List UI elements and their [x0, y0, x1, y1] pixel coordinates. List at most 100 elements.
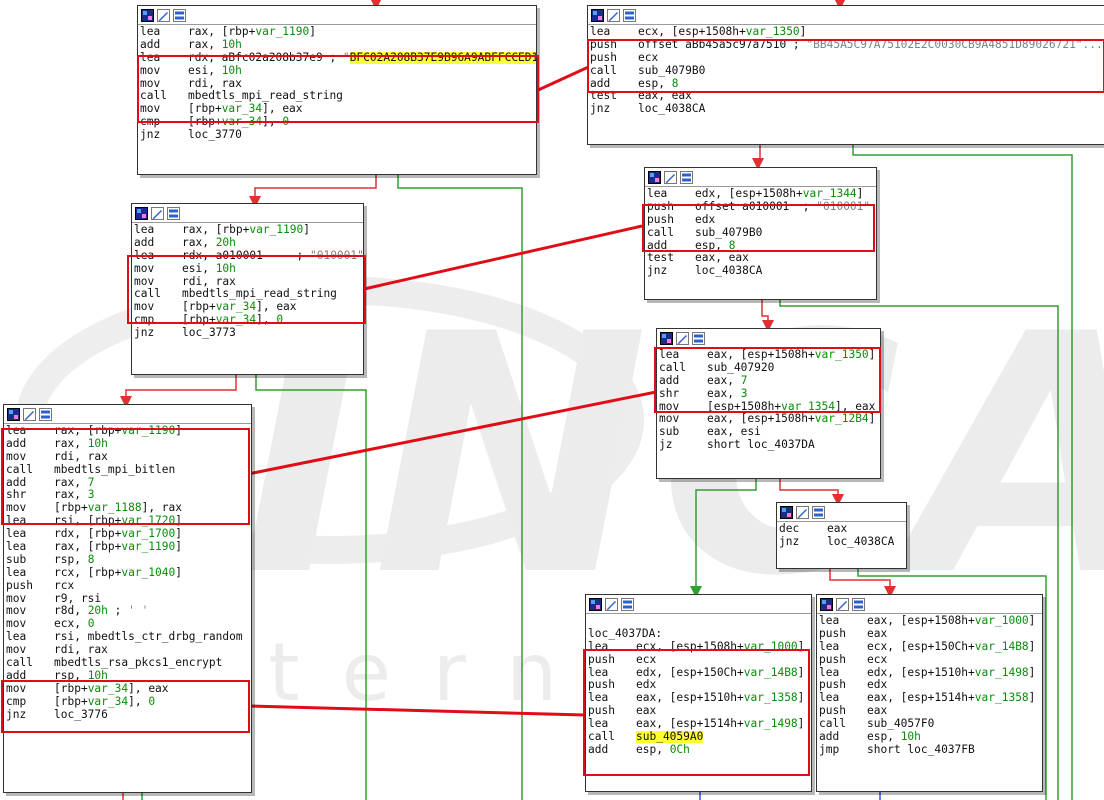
instruction-line[interactable]: jnz loc_4038CA: [779, 536, 906, 549]
instruction-line[interactable]: dec eax: [779, 523, 906, 536]
instruction-line[interactable]: lea rax, [rbp+var_1190]: [134, 224, 363, 237]
instruction-line[interactable]: call sub_407920: [659, 362, 880, 375]
instruction-line[interactable]: sub rsp, 8: [6, 554, 251, 567]
location-label[interactable]: loc_4037DA:: [588, 628, 662, 640]
instruction-line[interactable]: lea rdx, a010001 ; "010001": [134, 250, 363, 263]
instruction-line[interactable]: mov rdi, rax: [134, 276, 363, 289]
group-nodes-icon[interactable]: [692, 331, 705, 345]
instruction-line[interactable]: push ecx: [819, 654, 1042, 667]
instruction-line[interactable]: jnz loc_4038CA: [590, 103, 1104, 116]
instruction-line[interactable]: push edx: [819, 679, 1042, 692]
instruction-line[interactable]: jnz loc_3770: [140, 129, 536, 142]
instruction-line[interactable]: lea eax, [esp+1508h+var_1000]: [819, 615, 1042, 628]
instruction-line[interactable]: lea rdx, [rbp+var_1700]: [6, 528, 251, 541]
instruction-line[interactable]: shr rax, 3: [6, 489, 251, 502]
instruction-line[interactable]: call sub_4059A0: [588, 731, 811, 744]
instruction-line[interactable]: call mbedtls_rsa_pkcs1_encrypt: [6, 657, 251, 670]
instruction-line[interactable]: add esp, 8: [647, 240, 876, 253]
instruction-line[interactable]: push ecx: [588, 654, 811, 667]
instruction-line[interactable]: push eax: [588, 705, 811, 718]
instruction-line[interactable]: jmp short loc_4037FB: [819, 744, 1042, 757]
instruction-line[interactable]: lea rdx, aBfc02a208b37e9 ; "BFC02A208B37E…: [140, 51, 536, 65]
instruction-line[interactable]: lea ecx, [esp+1508h+var_1350]: [590, 26, 1104, 39]
instruction-line[interactable]: mov rdi, rax: [6, 644, 251, 657]
instruction-line[interactable]: lea rax, [rbp+var_1190]: [6, 541, 251, 554]
instruction-line[interactable]: cmp [rbp+var_34], 0: [140, 116, 536, 129]
block-x86-loc-4037da[interactable]: loc_4037DA: lea ecx, [esp+1508h+var_1000] p…: [585, 594, 812, 792]
edit-pen-icon[interactable]: [796, 505, 809, 519]
edit-pen-icon[interactable]: [836, 597, 849, 611]
instruction-line[interactable]: call mbedtls_mpi_read_string: [134, 288, 363, 301]
block-x86-else-path[interactable]: lea eax, [esp+1508h+var_1000] push eax lea ec…: [816, 594, 1043, 792]
edit-pen-icon[interactable]: [157, 8, 170, 22]
group-nodes-icon[interactable]: [852, 597, 865, 611]
instruction-line[interactable]: add rax, 10h: [6, 438, 251, 451]
instruction-line[interactable]: add rax, 20h: [134, 237, 363, 250]
graph-color-icon[interactable]: [135, 206, 148, 220]
instruction-line[interactable]: mov [rbp+var_1188], rax: [6, 502, 251, 515]
block-x64-read-modulus[interactable]: lea rax, [rbp+var_1190] add rax, 10h lea rdx,…: [137, 5, 537, 175]
block-x86-read-exponent[interactable]: lea edx, [esp+1508h+var_1344] push offset a…: [644, 167, 877, 300]
instruction-line[interactable]: shr eax, 3: [659, 388, 880, 401]
graph-color-icon[interactable]: [648, 170, 661, 184]
instruction-line[interactable]: push eax: [819, 628, 1042, 641]
instruction-line[interactable]: add rax, 10h: [140, 39, 536, 52]
block-x64-rsa-encrypt[interactable]: lea rax, [rbp+var_1190] add rax, 10h mov rdi,…: [3, 404, 252, 793]
instruction-line[interactable]: push rcx: [6, 580, 251, 593]
instruction-line[interactable]: add rsp, 10h: [6, 670, 251, 683]
graph-color-icon[interactable]: [820, 597, 833, 611]
edit-pen-icon[interactable]: [23, 407, 36, 421]
instruction-line[interactable]: push eax: [819, 705, 1042, 718]
block-x64-read-exponent[interactable]: lea rax, [rbp+var_1190] add rax, 20h lea rdx,…: [131, 203, 364, 375]
instruction-line[interactable]: sub eax, esi: [659, 426, 880, 439]
edit-pen-icon[interactable]: [664, 170, 677, 184]
instruction-line[interactable]: push offset a010001 ; "010001": [647, 201, 876, 214]
graph-color-icon[interactable]: [591, 8, 604, 22]
instruction-line[interactable]: mov [rbp+var_34], eax: [134, 301, 363, 314]
instruction-line[interactable]: lea rax, [rbp+var_1190]: [6, 425, 251, 438]
graph-color-icon[interactable]: [7, 407, 20, 421]
instruction-line[interactable]: lea ecx, [esp+150Ch+var_14B8]: [819, 641, 1042, 654]
graph-color-icon[interactable]: [660, 331, 673, 345]
group-nodes-icon[interactable]: [623, 8, 636, 22]
instruction-line[interactable]: mov r9, rsi: [6, 593, 251, 606]
instruction-line[interactable]: push edx: [588, 679, 811, 692]
instruction-line[interactable]: mov [esp+1508h+var_1354], eax: [659, 401, 880, 414]
instruction-line[interactable]: loc_4037DA:: [588, 628, 811, 641]
instruction-line[interactable]: jnz loc_3776: [6, 709, 251, 722]
instruction-line[interactable]: lea rsi, mbedtls_ctr_drbg_random: [6, 631, 251, 644]
instruction-line[interactable]: mov esi, 10h: [140, 65, 536, 78]
block-x86-dec-check[interactable]: dec eax jnz loc_4038CA: [776, 502, 907, 569]
block-x86-bitlen[interactable]: lea eax, [esp+1508h+var_1350] call sub_4079…: [656, 328, 881, 479]
instruction-line[interactable]: mov esi, 10h: [134, 263, 363, 276]
instruction-line[interactable]: lea edx, [esp+150Ch+var_14B8]: [588, 667, 811, 680]
instruction-line[interactable]: lea eax, [esp+1514h+var_1498]: [588, 718, 811, 731]
instruction-line[interactable]: call mbedtls_mpi_bitlen: [6, 464, 251, 477]
graph-color-icon[interactable]: [589, 597, 602, 611]
instruction-line[interactable]: jnz loc_4038CA: [647, 265, 876, 278]
instruction-line[interactable]: call sub_4079B0: [647, 227, 876, 240]
edit-pen-icon[interactable]: [605, 597, 618, 611]
instruction-line[interactable]: add esp, 10h: [819, 731, 1042, 744]
instruction-line[interactable]: cmp [rbp+var_34], 0: [134, 314, 363, 327]
instruction-line[interactable]: mov eax, [esp+1508h+var_12B4]: [659, 413, 880, 426]
instruction-line[interactable]: call mbedtls_mpi_read_string: [140, 90, 536, 103]
instruction-line[interactable]: add esp, 8: [590, 78, 1104, 91]
instruction-line[interactable]: push edx: [647, 214, 876, 227]
instruction-line[interactable]: lea rcx, [rbp+var_1040]: [6, 567, 251, 580]
group-nodes-icon[interactable]: [167, 206, 180, 220]
instruction-line[interactable]: jnz loc_3773: [134, 327, 363, 340]
instruction-line[interactable]: push offset aBb45a5c97a7510 ; "BB45A5C97A…: [590, 39, 1104, 52]
instruction-line[interactable]: call sub_4079B0: [590, 65, 1104, 78]
instruction-line[interactable]: mov rdi, rax: [6, 451, 251, 464]
group-nodes-icon[interactable]: [173, 8, 186, 22]
instruction-line[interactable]: mov r8d, 20h ; ' ': [6, 605, 251, 618]
instruction-line[interactable]: cmp [rbp+var_34], 0: [6, 696, 251, 709]
block-x86-read-modulus[interactable]: lea ecx, [esp+1508h+var_1350] push offset a…: [587, 5, 1104, 145]
instruction-line[interactable]: call sub_4057F0: [819, 718, 1042, 731]
instruction-line[interactable]: lea rax, [rbp+var_1190]: [140, 26, 536, 39]
edit-pen-icon[interactable]: [676, 331, 689, 345]
instruction-line[interactable]: lea ecx, [esp+1508h+var_1000]: [588, 641, 811, 654]
instruction-line[interactable]: lea edx, [esp+1510h+var_1498]: [819, 667, 1042, 680]
group-nodes-icon[interactable]: [812, 505, 825, 519]
